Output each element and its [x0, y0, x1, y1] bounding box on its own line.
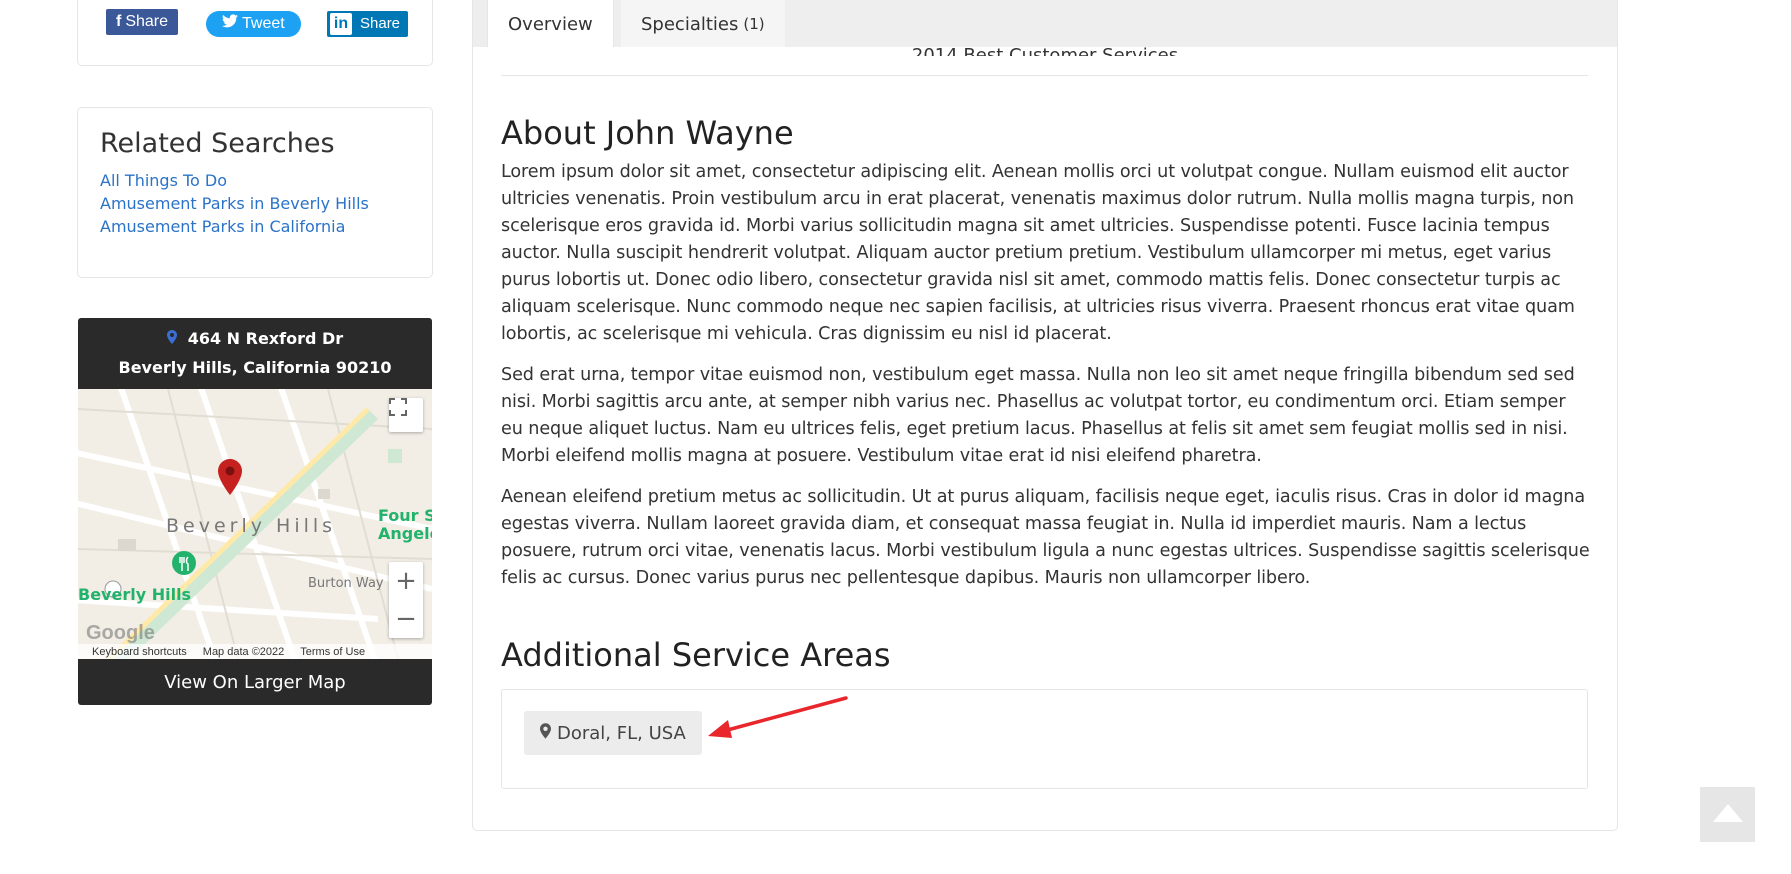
map-keyboard-shortcuts-link[interactable]: Keyboard shortcuts	[92, 646, 187, 658]
related-link-parks-beverly-hills[interactable]: Amusement Parks in Beverly Hills	[100, 192, 410, 215]
address-line-1: 464 N Rexford Dr	[187, 329, 344, 348]
map-data-attribution: Map data ©2022	[202, 645, 285, 658]
about-description: Lorem ipsum dolor sit amet, consectetur …	[501, 159, 1591, 606]
map-address-header: 464 N Rexford Dr Beverly Hills, Californ…	[78, 318, 432, 389]
map-view[interactable]: Beverly Hills Four S Angele Beverly Hill…	[78, 389, 432, 659]
tab-overview-label: Overview	[508, 13, 593, 35]
social-share-card: f Share Tweet in Share	[77, 0, 433, 66]
linkedin-icon: in	[330, 13, 352, 35]
about-paragraph: Lorem ipsum dolor sit amet, consectetur …	[501, 162, 1575, 344]
map-label-four-seasons-line2: Angele	[378, 524, 432, 543]
main-content-card: Overview Specialties (1) 2014 Best Custo…	[472, 0, 1618, 831]
map-zoom-control: + −	[389, 562, 423, 638]
about-paragraph: Aenean eleifend pretium metus ac sollici…	[501, 487, 1590, 588]
caret-up-icon	[1712, 803, 1743, 826]
twitter-tweet-button[interactable]: Tweet	[206, 11, 301, 37]
related-searches-title: Related Searches	[100, 128, 335, 159]
map-label-beverly-hills-park: Beverly Hills	[78, 585, 192, 604]
map-card: 464 N Rexford Dr Beverly Hills, Californ…	[78, 318, 432, 705]
facebook-share-label: Share	[125, 13, 169, 30]
service-areas-title: Additional Service Areas	[501, 636, 891, 674]
google-logo: Google	[86, 622, 155, 644]
section-divider	[501, 75, 1588, 76]
facebook-icon: f	[116, 13, 122, 30]
map-marker-icon	[540, 722, 551, 744]
service-areas-list: Doral, FL, USA	[501, 689, 1588, 789]
map-zoom-out-button[interactable]: −	[389, 600, 423, 638]
scroll-to-top-button[interactable]	[1700, 787, 1755, 842]
tab-specialties-label: Specialties	[641, 13, 739, 35]
map-label-four-seasons: Four S Angele	[378, 507, 432, 543]
map-zoom-in-button[interactable]: +	[389, 562, 423, 600]
linkedin-share-label: Share	[360, 15, 401, 32]
map-label-four-seasons-line1: Four S	[378, 506, 432, 525]
map-fullscreen-button[interactable]	[389, 398, 423, 432]
tab-specialties-count: (1)	[743, 15, 765, 33]
map-marker-icon	[166, 330, 182, 348]
red-arrow-icon	[708, 696, 848, 738]
linkedin-share-button[interactable]: in Share	[327, 11, 409, 37]
about-title: About John Wayne	[501, 114, 794, 152]
map-attribution-bar: Keyboard shortcuts Map data ©2022 Terms …	[78, 644, 432, 659]
address-line-2: Beverly Hills, California 90210	[118, 358, 392, 377]
map-label-beverly-hills: Beverly Hills	[166, 515, 337, 537]
related-searches-card: Related Searches All Things To Do Amusem…	[77, 107, 433, 278]
related-link-parks-california[interactable]: Amusement Parks in California	[100, 215, 410, 238]
award-text: 2014 Best Customer Services	[911, 45, 1179, 56]
twitter-bird-icon	[222, 11, 238, 37]
related-link-all-things[interactable]: All Things To Do	[100, 169, 410, 192]
service-area-label: Doral, FL, USA	[557, 722, 686, 744]
service-area-chip[interactable]: Doral, FL, USA	[524, 711, 702, 755]
view-larger-map-button[interactable]: View On Larger Map	[78, 659, 432, 705]
twitter-tweet-label: Tweet	[242, 15, 285, 32]
map-label-burton-way: Burton Way	[308, 576, 384, 591]
facebook-share-button[interactable]: f Share	[106, 9, 179, 35]
map-terms-link[interactable]: Terms of Use	[300, 646, 365, 658]
about-paragraph: Sed erat urna, tempor vitae euismod non,…	[501, 365, 1575, 466]
